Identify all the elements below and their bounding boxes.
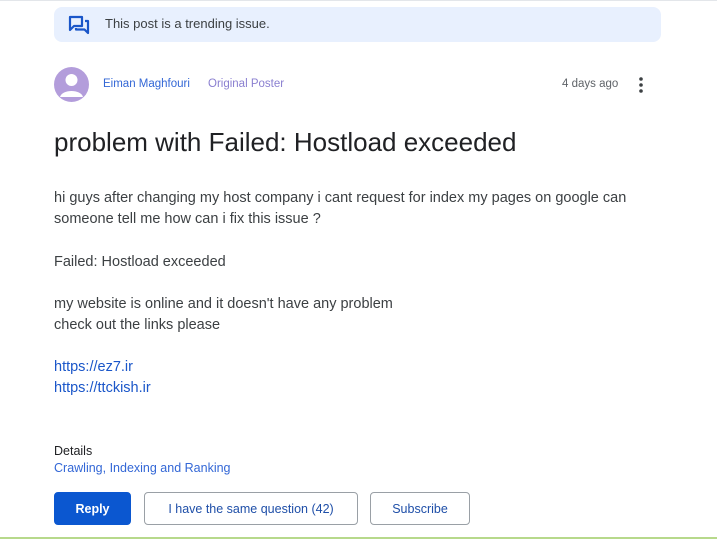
post-page: This post is a trending issue. Eiman Mag…: [0, 0, 717, 539]
post-link[interactable]: https://ez7.ir: [54, 359, 133, 375]
body-paragraph: check out the links please: [54, 317, 221, 333]
post-link[interactable]: https://ttckish.ir: [54, 380, 151, 396]
post-title: problem with Failed: Hostload exceeded: [54, 127, 517, 157]
top-divider: [0, 0, 717, 1]
same-question-button[interactable]: I have the same question (42): [144, 492, 358, 525]
avatar[interactable]: [54, 67, 89, 102]
post-header: Eiman Maghfouri Original Poster 4 days a…: [54, 67, 664, 103]
trending-banner: This post is a trending issue.: [54, 7, 661, 42]
trending-text: This post is a trending issue.: [105, 16, 270, 31]
author-name[interactable]: Eiman Maghfouri: [103, 78, 190, 90]
more-options-button[interactable]: [634, 74, 648, 96]
body-paragraph: hi guys after changing my host company i…: [54, 190, 627, 206]
body-paragraph: Failed: Hostload exceeded: [54, 254, 226, 270]
reply-button[interactable]: Reply: [54, 492, 131, 525]
post-timestamp: 4 days ago: [562, 78, 619, 90]
more-vert-icon: [639, 77, 643, 93]
original-poster-badge: Original Poster: [208, 78, 285, 90]
body-paragraph: my website is online and it doesn't have…: [54, 296, 393, 312]
category-link[interactable]: Crawling, Indexing and Ranking: [54, 461, 231, 475]
forum-icon: [68, 15, 90, 35]
details-label: Details: [54, 444, 93, 458]
subscribe-button[interactable]: Subscribe: [370, 492, 470, 525]
person-icon: [60, 74, 83, 97]
body-paragraph: someone tell me how can i fix this issue…: [54, 211, 321, 227]
